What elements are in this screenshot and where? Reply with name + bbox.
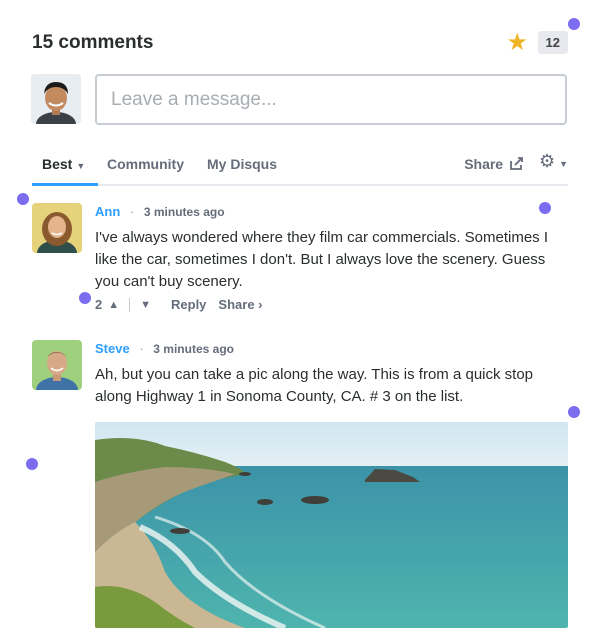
share-comment-button[interactable]: Share › xyxy=(218,297,262,312)
share-button[interactable]: Share xyxy=(464,156,524,172)
gear-icon[interactable]: ⚙ ▼ xyxy=(539,151,568,172)
sort-tabs: Best ▼ Community My Disqus Share ⚙ ▼ xyxy=(32,150,568,186)
meta-separator: · xyxy=(139,341,144,356)
avatar[interactable] xyxy=(32,340,82,390)
comment-photo[interactable] xyxy=(95,422,568,628)
current-user-avatar xyxy=(31,74,81,124)
marker-dot xyxy=(568,406,580,418)
avatar[interactable] xyxy=(32,203,82,253)
comment-text: I've always wondered where they film car… xyxy=(95,229,549,290)
chevron-down-icon: ▼ xyxy=(76,161,86,171)
reply-button[interactable]: Reply xyxy=(171,297,206,312)
star-icon[interactable]: ★ xyxy=(506,28,528,57)
comment-author[interactable]: Steve xyxy=(95,341,130,356)
active-tab-underline xyxy=(32,183,98,186)
comment-text: Ah, but you can take a pic along the way… xyxy=(95,366,534,405)
tab-community[interactable]: Community xyxy=(107,156,184,172)
marker-dot xyxy=(17,193,29,205)
share-icon xyxy=(510,157,523,170)
share-label: Share xyxy=(464,156,504,172)
tab-best[interactable]: Best ▼ xyxy=(42,156,85,172)
comments-header: 15 comments ★ 12 xyxy=(32,28,568,58)
vote-count: 2 xyxy=(95,297,103,312)
comment-actions: 2 ▲ ▼ Reply Share › xyxy=(95,297,568,312)
comment-count: 15 comments xyxy=(32,32,154,53)
comment-author[interactable]: Ann xyxy=(95,204,120,219)
marker-dot xyxy=(26,458,38,470)
marker-dot xyxy=(568,18,580,30)
star-count-badge: 12 xyxy=(537,31,568,54)
meta-separator: · xyxy=(129,204,135,219)
chevron-down-icon: ▼ xyxy=(559,159,568,169)
chevron-down-icon[interactable]: ▼ xyxy=(140,299,151,311)
message-input[interactable] xyxy=(95,74,567,125)
comment-item: Steve · 3 minutes ago Ah, but you can ta… xyxy=(32,340,568,410)
tab-best-label: Best xyxy=(42,156,73,172)
chevron-up-icon[interactable]: ▲ xyxy=(108,299,119,311)
comment-item: Ann · 3 minutes ago I've always wondered… xyxy=(32,203,568,318)
tab-my-disqus[interactable]: My Disqus xyxy=(207,156,277,172)
comment-timestamp[interactable]: 3 minutes ago xyxy=(153,342,234,356)
vote-divider xyxy=(129,297,131,312)
comment-timestamp[interactable]: 3 minutes ago xyxy=(144,205,225,219)
